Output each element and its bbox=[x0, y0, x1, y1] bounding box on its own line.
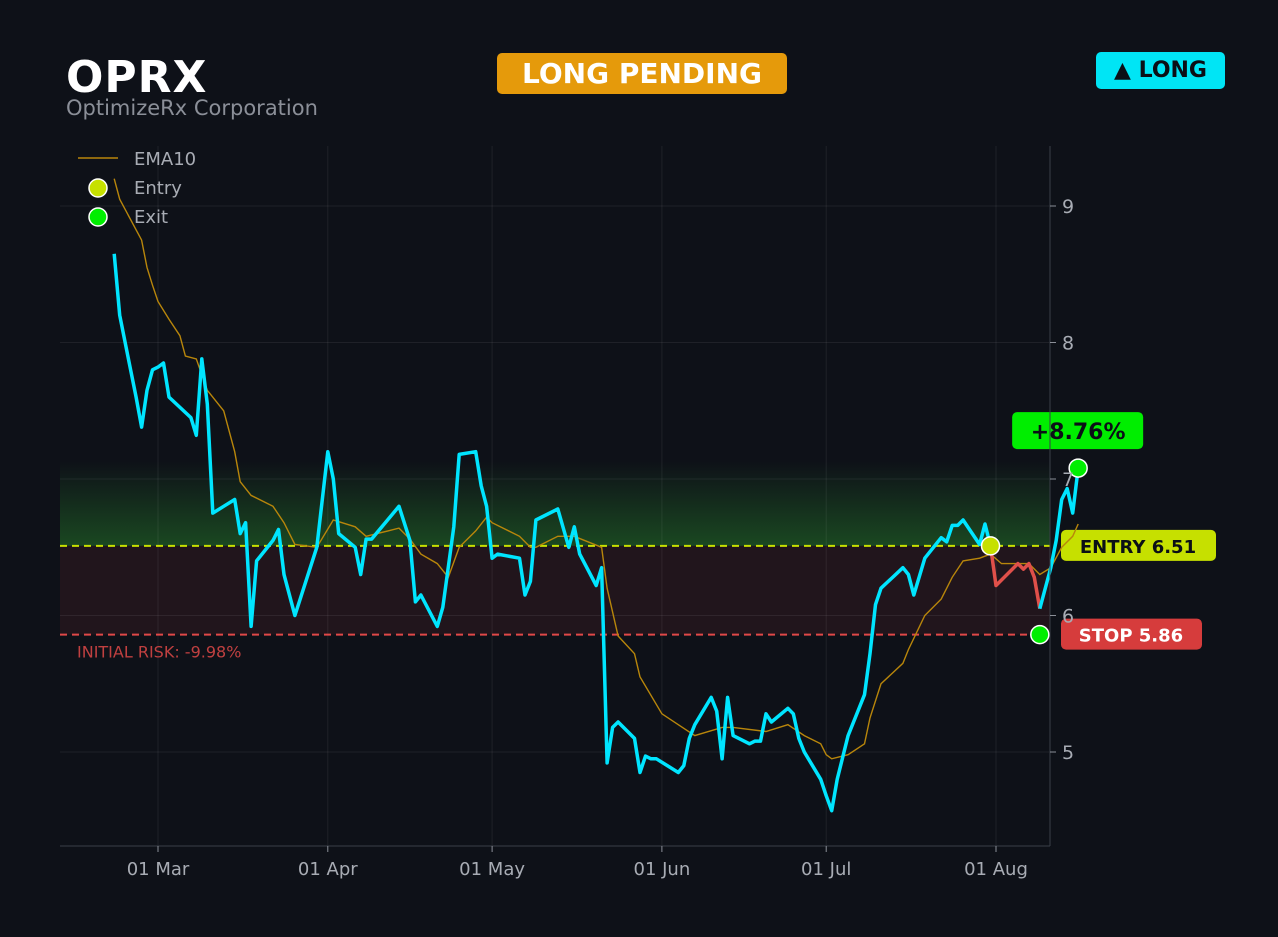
exit-marker bbox=[1030, 624, 1050, 645]
y-tick-label: 7 bbox=[1062, 469, 1074, 491]
x-tick-label: 01 May bbox=[459, 859, 525, 880]
stop-level-label: STOP 5.86 bbox=[1079, 626, 1183, 647]
legend-ema-label: EMA10 bbox=[134, 149, 196, 170]
x-tick-label: 01 Apr bbox=[298, 859, 358, 880]
zones-layer bbox=[60, 461, 1050, 635]
y-tick-label: 5 bbox=[1062, 742, 1074, 764]
return-label: +8.76% bbox=[1031, 420, 1126, 445]
y-tick-label: 9 bbox=[1062, 196, 1074, 218]
x-tick-label: 01 Aug bbox=[964, 859, 1028, 880]
entry-marker bbox=[980, 536, 1001, 556]
legend: EMA10 Entry Exit bbox=[78, 149, 196, 228]
profit-zone bbox=[60, 461, 1050, 546]
entry-level-label: ENTRY 6.51 bbox=[1080, 537, 1196, 558]
legend-entry-label: Entry bbox=[134, 178, 182, 199]
legend-exit-marker bbox=[88, 207, 108, 227]
y-tick-label: 6 bbox=[1062, 606, 1074, 628]
x-tick-label: 01 Mar bbox=[127, 859, 190, 880]
x-tick-label: 01 Jun bbox=[634, 859, 691, 880]
price-chart: ENTRY 6.51STOP 5.86INITIAL RISK: -9.98% … bbox=[60, 146, 1216, 880]
initial-risk-label: INITIAL RISK: -9.98% bbox=[77, 643, 241, 662]
x-tick-label: 01 Jul bbox=[801, 859, 851, 880]
risk-zone bbox=[60, 545, 1050, 635]
legend-exit-label: Exit bbox=[134, 207, 168, 228]
y-tick-label: 8 bbox=[1062, 333, 1074, 355]
legend-entry-marker bbox=[88, 178, 108, 198]
